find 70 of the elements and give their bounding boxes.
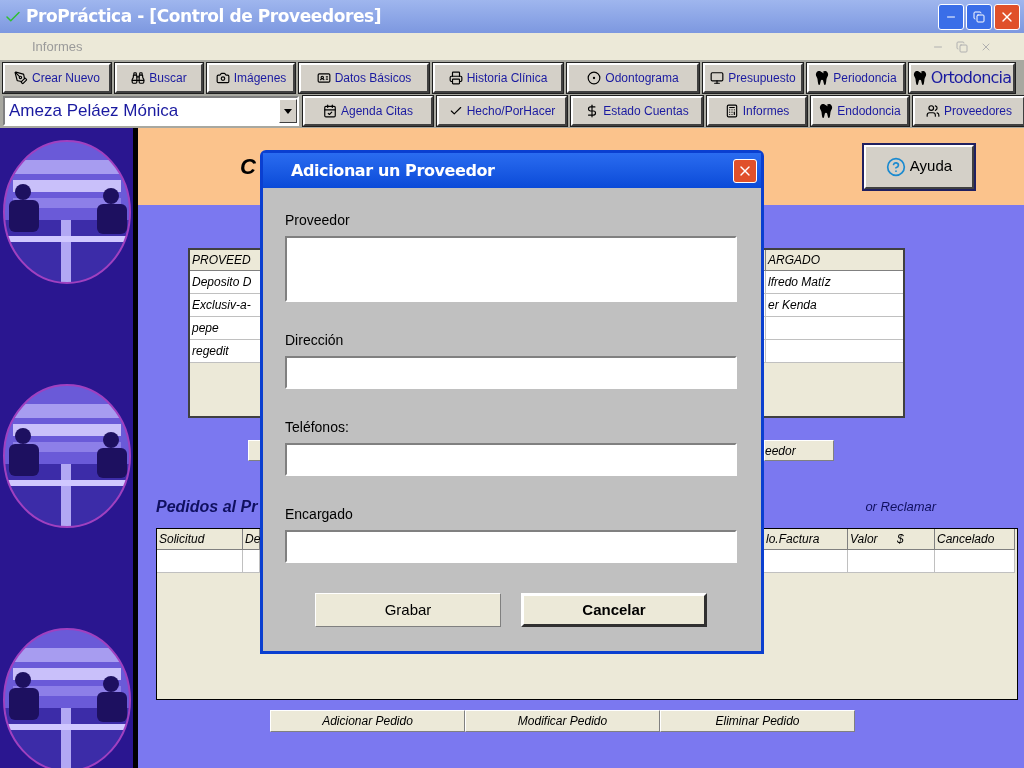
field-label: Teléfonos: (285, 418, 350, 437)
toolbar-button[interactable]: Informes (707, 96, 807, 126)
toolbar-button[interactable]: Presupuesto (703, 63, 803, 93)
camera-icon (215, 71, 230, 85)
order-button[interactable]: Modificar Pedido (465, 710, 660, 732)
dropdown-button[interactable] (279, 99, 297, 123)
tooth-icon (815, 71, 830, 85)
toolbar-button[interactable]: Buscar (115, 63, 203, 93)
maximize-button[interactable] (966, 3, 992, 30)
input-field[interactable] (285, 443, 737, 476)
column-header: De (243, 529, 260, 550)
order-button[interactable]: Adicionar Pedido (270, 710, 465, 732)
caret-icon (284, 108, 292, 114)
column-header: Valor $ (848, 529, 935, 550)
toolbar-button[interactable]: Endodoncia (811, 96, 909, 126)
toolbar-button[interactable]: Datos Básicos (299, 63, 429, 93)
select-value: Ameza Peláez Mónica (8, 100, 180, 123)
ring-icon (587, 71, 602, 85)
people-icon (925, 104, 940, 118)
toolbar-button[interactable]: Imágenes (207, 63, 295, 93)
calculator-icon (724, 104, 739, 118)
column-header: Solicitud (157, 529, 243, 550)
patient-select[interactable]: Ameza Peláez Mónica (3, 96, 299, 126)
pen-icon (14, 71, 28, 85)
minimize-button[interactable] (938, 3, 964, 30)
binoculars-icon (131, 71, 146, 85)
monitor-icon (710, 71, 725, 85)
id-card-icon (316, 71, 331, 85)
table-cell: pepe (190, 317, 262, 340)
toolbar-button[interactable]: Periodoncia (807, 63, 905, 93)
column-header: lo.Factura (764, 529, 848, 550)
toolbar-button[interactable]: Estado Cuentas (571, 96, 703, 126)
supplier-button[interactable]: eedor (764, 440, 834, 461)
section-title: Pedidos al Pr (156, 497, 258, 517)
page-title: C (240, 153, 256, 181)
calendar-icon (322, 104, 337, 118)
table-cell: lfredo Matíz (766, 271, 903, 294)
check-icon (448, 104, 463, 118)
toolbar-button[interactable]: Proveedores (913, 96, 1024, 126)
close-button[interactable] (733, 158, 757, 183)
toolbar-button[interactable]: Agenda Citas (303, 96, 433, 126)
toolbar-button[interactable]: Crear Nuevo (3, 63, 111, 93)
toolbar-button[interactable]: Hecho/PorHacer (437, 96, 567, 126)
field-label: Proveedor (285, 211, 351, 230)
field-label: Dirección (285, 331, 345, 350)
help-button[interactable]: Ayuda (864, 144, 974, 189)
window-title: ProPráctica - [Control de Proveedores] (26, 4, 382, 28)
section-note: or Reclamar (865, 498, 937, 517)
input-field[interactable] (285, 530, 737, 563)
dialog-button[interactable]: Grabar (315, 593, 501, 627)
table-cell: Exclusiv-a- (190, 294, 262, 317)
column-header: Cancelado (935, 529, 1015, 550)
dialog-title: Adicionar un Proveedor (291, 159, 495, 182)
toolbar-button[interactable]: Ortodoncia (909, 63, 1015, 93)
close-button[interactable] (994, 3, 1020, 30)
tooth-icon (819, 104, 834, 118)
input-field[interactable] (285, 236, 737, 302)
table-cell: regedit (190, 340, 262, 363)
toolbar-button[interactable]: Odontograma (567, 63, 699, 93)
tooth-icon (912, 71, 927, 85)
input-field[interactable] (285, 356, 737, 389)
order-button[interactable]: Eliminar Pedido (660, 710, 855, 732)
toolbar-button[interactable]: Historia Clínica (433, 63, 563, 93)
printer-icon (448, 71, 463, 85)
table-cell: er Kenda (766, 294, 903, 317)
help-icon (885, 156, 906, 177)
field-label: Encargado (285, 505, 354, 524)
restore-icon (973, 10, 985, 23)
table-cell: Deposito D (190, 271, 262, 294)
dialog-button[interactable]: Cancelar (521, 593, 707, 627)
